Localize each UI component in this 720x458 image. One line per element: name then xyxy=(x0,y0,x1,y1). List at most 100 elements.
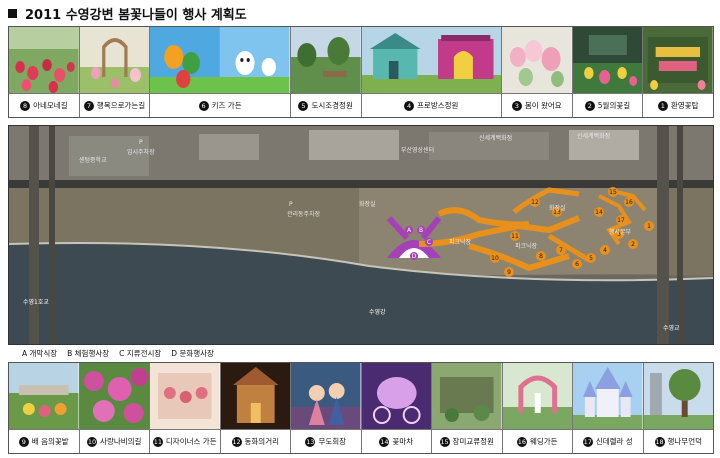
item-number-badge: 3 xyxy=(511,100,522,111)
item-number-badge: 1 xyxy=(657,100,668,111)
top-item-8: 8 아네모네길 xyxy=(9,27,80,117)
map-label-admin-parking: 관리동주차장 xyxy=(287,210,321,218)
legend-item: D 문화행사장 xyxy=(171,349,214,358)
bottom-item-caption: 9배 음의꽃밭 xyxy=(9,429,79,453)
top-item-caption: 3 봄이 왔어요 xyxy=(501,93,572,117)
item-label: 배 음의꽃밭 xyxy=(31,437,69,446)
map-label-picnic-2: 피크닉장 xyxy=(515,242,538,250)
item-number-badge: 15 xyxy=(439,436,450,447)
rose-garden-photo xyxy=(432,363,502,429)
item-number-badge: 5 xyxy=(298,100,309,111)
city-garden-photo xyxy=(290,27,361,93)
legend-item: C 지류전시장 xyxy=(119,349,162,358)
bottom-item-14: 14 꽃마차 xyxy=(361,363,432,453)
zone-letter-b: B xyxy=(419,227,423,234)
map-marker-11: 11 xyxy=(511,233,519,240)
map-marker-4: 4 xyxy=(603,247,607,254)
map-marker-7: 7 xyxy=(559,247,563,254)
item-label: 무도회장 xyxy=(318,437,347,446)
zone-letter-d: D xyxy=(412,253,417,260)
designers-garden-photo xyxy=(150,363,220,429)
bottom-item-caption: 15 장미교류정원 xyxy=(432,429,502,453)
item-label: 장미교류정원 xyxy=(452,437,494,446)
provence-house-photo xyxy=(361,27,501,93)
item-label: 웨딩가든 xyxy=(529,437,558,446)
page-title-text: 2011 수영강변 봄꽃나들이 행사 계획도 xyxy=(25,7,247,23)
map-marker-17: 17 xyxy=(617,217,625,224)
map-label-restroom-1: 화장실 xyxy=(359,200,376,208)
item-number-badge: 6 xyxy=(198,100,209,111)
item-number-badge: 9 xyxy=(18,436,29,447)
top-photo-strip: 8 아네모네길 7 행복으로가는길 6 키즈 가든 5 도시조경정원 4 프로방스정원 3… xyxy=(8,26,714,118)
bottom-photo-strip: 9배 음의꽃밭 10 사랑나비의길 11 디자이너스 가든 12 동화의거리 13 무도… xyxy=(8,362,714,454)
map-label-bridge-1: 수영1호교 xyxy=(23,298,49,306)
legend-item: A 개막식장 xyxy=(22,349,58,358)
top-item-caption: 6 키즈 가든 xyxy=(150,93,290,117)
item-number-badge: 13 xyxy=(305,436,316,447)
item-label: 도시조경정원 xyxy=(311,101,353,110)
zone-letter-c: C xyxy=(427,239,431,246)
tulip-photo xyxy=(9,27,79,93)
map-label-hq: 행사본부 xyxy=(609,228,632,236)
kids-character-photo xyxy=(150,27,290,93)
item-number-badge: 12 xyxy=(231,436,242,447)
item-label: 디자이너스 가든 xyxy=(165,437,217,446)
item-number-badge: 7 xyxy=(83,100,94,111)
item-number-badge: 14 xyxy=(379,436,390,447)
item-number-badge: 11 xyxy=(152,436,163,447)
item-number-badge: 16 xyxy=(516,436,527,447)
top-item-5: 5 도시조경정원 xyxy=(290,27,362,117)
ballroom-photo xyxy=(291,363,361,429)
welcome-flower-tower-photo xyxy=(643,27,714,93)
wedding-garden-photo xyxy=(502,363,572,429)
bottom-item-caption: 18 행나무언덕 xyxy=(643,429,713,453)
map-label-cinema: 부산영상센터 xyxy=(401,146,434,154)
bottom-item-10: 10 사랑나비의길 xyxy=(79,363,150,453)
bottom-item-caption: 13 무도회장 xyxy=(291,429,361,453)
map-marker-8: 8 xyxy=(539,253,543,260)
garden-arch-photo xyxy=(79,27,150,93)
top-item-caption: 1 환영꽃탑 xyxy=(643,93,714,117)
tree-hill-photo xyxy=(643,363,713,429)
top-item-7: 7 행복으로가는길 xyxy=(79,27,151,117)
item-label: 프로방스정원 xyxy=(417,101,459,110)
top-item-caption: 5 도시조경정원 xyxy=(290,93,361,117)
top-item-6: 6 키즈 가든 xyxy=(150,27,291,117)
item-label: 아네모네길 xyxy=(33,101,68,110)
map-marker-15: 15 xyxy=(609,189,617,196)
item-number-badge: 8 xyxy=(20,100,31,111)
bottom-item-16: 16 웨딩가든 xyxy=(502,363,573,453)
item-label: 사랑나비의길 xyxy=(100,437,142,446)
item-number-badge: 10 xyxy=(87,436,98,447)
item-number-badge: 2 xyxy=(584,100,595,111)
bottom-item-17: 17 신데렐라 성 xyxy=(573,363,644,453)
item-label: 5월의꽃길 xyxy=(597,101,631,110)
legend-item: B 체험행사장 xyxy=(67,349,110,358)
map-marker-6: 6 xyxy=(575,261,579,268)
bottom-item-18: 18 행나무언덕 xyxy=(643,363,713,453)
top-item-caption: 7 행복으로가는길 xyxy=(79,93,150,117)
item-label: 행나무언덕 xyxy=(667,437,703,446)
map-label-p2: P xyxy=(139,139,143,146)
spring-flowers-photo xyxy=(501,27,572,93)
bottom-item-caption: 10 사랑나비의길 xyxy=(79,429,149,453)
map-marker-9: 9 xyxy=(507,269,511,276)
item-label: 행복으로가는길 xyxy=(96,101,146,110)
map-label-p1: P xyxy=(289,201,293,208)
item-number-badge: 17 xyxy=(582,436,593,447)
cinderella-castle-photo xyxy=(573,363,643,429)
flower-carriage-photo xyxy=(361,363,431,429)
top-item-3: 3 봄이 왔어요 xyxy=(501,27,573,117)
flowerbed-photo xyxy=(9,363,79,429)
page-title: 2011 수영강변 봄꽃나들이 행사 계획도 xyxy=(8,4,247,23)
bottom-item-12: 12 동화의거리 xyxy=(220,363,291,453)
map-marker-12: 12 xyxy=(531,199,539,206)
map-marker-14: 14 xyxy=(595,209,603,216)
map-label-restroom-2: 화장실 xyxy=(549,204,566,212)
top-item-caption: 8 아네모네길 xyxy=(9,93,79,117)
item-label: 환영꽃탑 xyxy=(670,101,699,110)
map-label-parking: 임시주차장 xyxy=(127,148,155,156)
item-label: 동화의거리 xyxy=(244,437,280,446)
map-marker-1: 1 xyxy=(647,223,651,230)
map-label-picnic-1: 피크닉장 xyxy=(449,238,472,246)
